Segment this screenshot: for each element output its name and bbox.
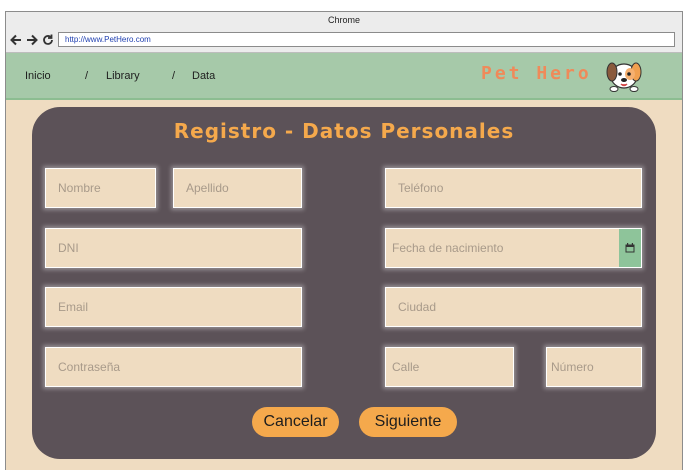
site-header: Inicio / Library / Data Pet Hero: [6, 53, 682, 100]
dni-field[interactable]: DNI: [45, 228, 302, 268]
apellido-field[interactable]: Apellido: [173, 168, 302, 208]
breadcrumb-data[interactable]: Data: [192, 70, 215, 82]
ciudad-field[interactable]: Ciudad: [385, 287, 642, 327]
email-field[interactable]: Email: [45, 287, 302, 327]
browser-window: Chrome http://www.PetHero.com Inicio / L…: [5, 11, 683, 470]
fecha-nacimiento-field[interactable]: Fecha de nacimiento: [385, 228, 642, 268]
address-bar-row: http://www.PetHero.com: [6, 29, 682, 53]
fecha-nacimiento-placeholder: Fecha de nacimiento: [392, 241, 504, 255]
back-arrow-icon[interactable]: [10, 33, 22, 47]
breadcrumb-library[interactable]: Library: [106, 70, 140, 82]
url-input[interactable]: http://www.PetHero.com: [58, 32, 675, 47]
dog-icon: [602, 58, 646, 97]
numero-field[interactable]: Número: [546, 347, 642, 387]
contrasena-field[interactable]: Contraseña: [45, 347, 302, 387]
nombre-field[interactable]: Nombre: [45, 168, 156, 208]
brand-name: Pet Hero: [481, 63, 592, 84]
calle-field[interactable]: Calle: [385, 347, 514, 387]
telefono-field[interactable]: Teléfono: [385, 168, 642, 208]
breadcrumb-separator: /: [85, 70, 89, 82]
reload-icon[interactable]: [42, 33, 54, 47]
registration-panel: Registro - Datos Personales Nombre Apell…: [32, 107, 656, 459]
calendar-icon[interactable]: [619, 229, 641, 267]
form-title: Registro - Datos Personales: [173, 119, 515, 143]
cancel-button[interactable]: Cancelar: [252, 407, 339, 437]
forward-arrow-icon[interactable]: [26, 33, 38, 47]
breadcrumb-inicio[interactable]: Inicio: [25, 70, 51, 82]
breadcrumb-separator: /: [172, 70, 176, 82]
window-title: Chrome: [6, 12, 682, 30]
next-button[interactable]: Siguiente: [359, 407, 457, 437]
